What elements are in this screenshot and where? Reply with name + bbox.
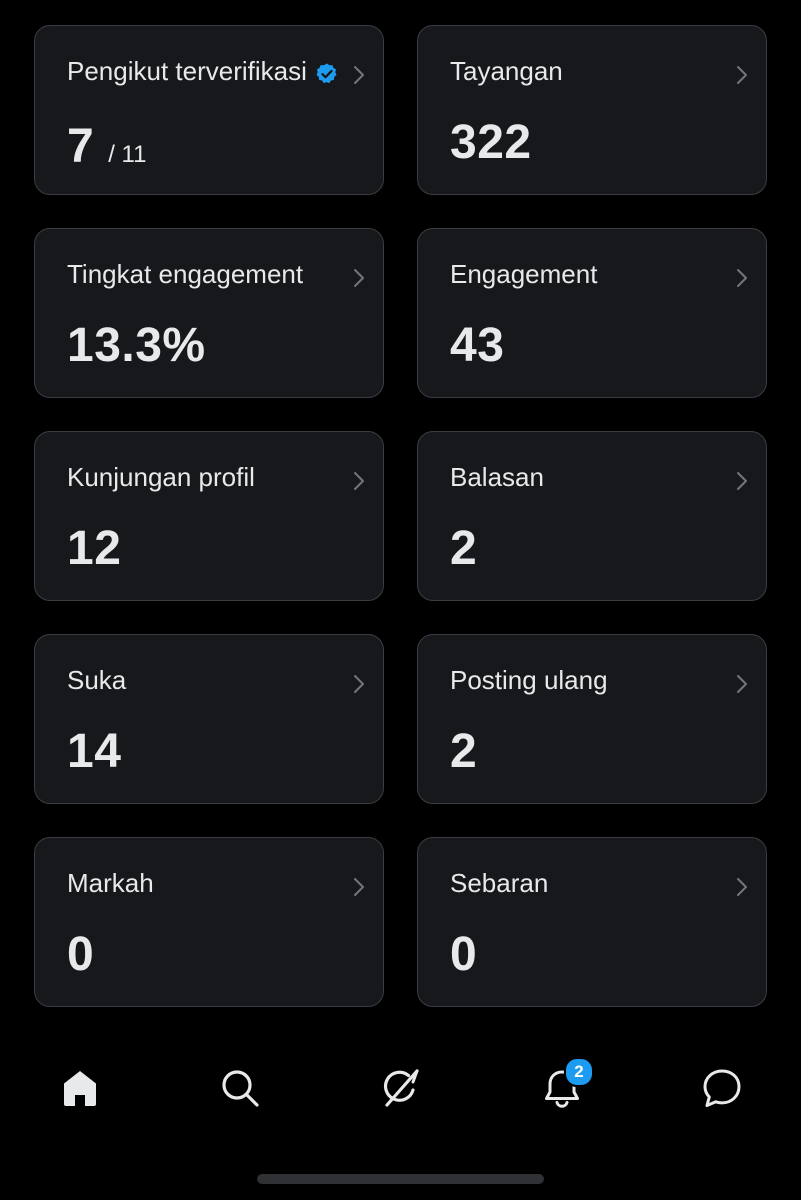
chevron-right-icon	[354, 269, 364, 287]
chevron-right-icon	[354, 675, 364, 693]
chevron-right-icon	[354, 66, 364, 84]
stat-label: Balasan	[450, 462, 544, 492]
stat-card-shares[interactable]: Sebaran 0	[417, 837, 767, 1007]
stat-label: Markah	[67, 868, 154, 898]
stat-value: 14	[67, 725, 122, 778]
nav-notifications-tab[interactable]: 2	[534, 1057, 594, 1116]
nav-messages-tab[interactable]	[694, 1060, 750, 1116]
stat-value: 7 / 11	[67, 122, 146, 180]
home-icon	[64, 1071, 96, 1106]
stat-value: 322	[450, 116, 532, 169]
stat-label: Suka	[67, 665, 127, 695]
stat-card-replies[interactable]: Balasan 2	[417, 431, 767, 601]
chevron-right-icon	[354, 878, 364, 896]
stat-value: 2	[450, 522, 478, 575]
stat-label: Tingkat engagement	[67, 259, 304, 289]
stat-label: Engagement	[450, 259, 598, 289]
home-indicator[interactable]	[257, 1174, 544, 1184]
grok-icon	[383, 1069, 419, 1107]
stat-card-profile-visits[interactable]: Kunjungan profil 12	[34, 431, 384, 601]
stat-value: 12	[67, 522, 122, 575]
stat-value-number: 7	[67, 120, 95, 173]
verified-badge-icon	[316, 63, 337, 84]
nav-search-tab[interactable]	[212, 1060, 268, 1116]
nav-home-tab[interactable]	[52, 1060, 108, 1116]
stat-card-verified-followers[interactable]: Pengikut terverifikasi 7 / 11	[34, 25, 384, 195]
stat-card-bookmarks[interactable]: Markah 0	[34, 837, 384, 1007]
stat-value: 0	[67, 928, 95, 981]
stat-label: Kunjungan profil	[67, 462, 255, 492]
stat-label: Tayangan	[450, 56, 563, 86]
search-icon	[222, 1070, 259, 1107]
stat-label: Pengikut terverifikasi	[67, 56, 307, 86]
chevron-right-icon	[737, 878, 747, 896]
chevron-right-icon	[737, 66, 747, 84]
stat-value-total: / 11	[108, 141, 147, 168]
stat-card-engagement[interactable]: Engagement 43	[417, 228, 767, 398]
stat-value: 13.3%	[67, 319, 206, 372]
stat-card-views[interactable]: Tayangan 322	[417, 25, 767, 195]
chevron-right-icon	[354, 472, 364, 490]
chevron-right-icon	[737, 472, 747, 490]
stat-value: 43	[450, 319, 505, 372]
chevron-right-icon	[737, 675, 747, 693]
stat-label: Posting ulang	[450, 665, 608, 695]
stat-value: 0	[450, 928, 478, 981]
nav-grok-tab[interactable]	[373, 1060, 429, 1116]
stat-card-likes[interactable]: Suka 14	[34, 634, 384, 804]
stat-card-reposts[interactable]: Posting ulang 2	[417, 634, 767, 804]
stat-label: Sebaran	[450, 868, 549, 898]
notification-count-badge: 2	[564, 1057, 594, 1087]
message-icon	[703, 1069, 741, 1107]
stat-card-engagement-rate[interactable]: Tingkat engagement 13.3%	[34, 228, 384, 398]
stat-value: 2	[450, 725, 478, 778]
chevron-right-icon	[737, 269, 747, 287]
